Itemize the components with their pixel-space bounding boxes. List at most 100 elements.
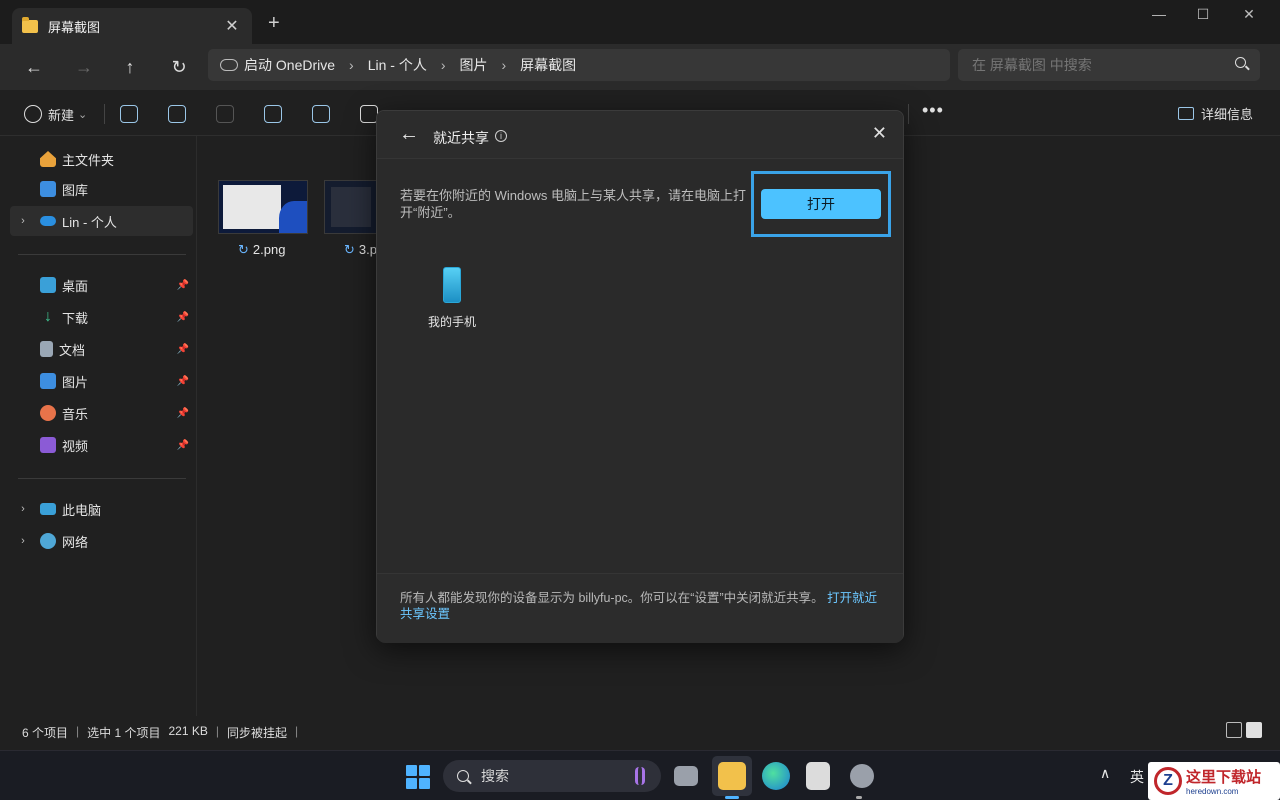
breadcrumb-pictures[interactable]: 图片 [460, 55, 488, 75]
sidebar-item-downloads[interactable]: ↓ 下载 📌 [10, 302, 193, 332]
status-divider: | [215, 724, 219, 738]
rename-button[interactable] [264, 102, 288, 126]
sidebar-item-music[interactable]: 音乐 📌 [10, 398, 193, 428]
taskbar: 搜索 ∧ 英 [0, 750, 1280, 800]
details-view-icon[interactable] [1226, 722, 1242, 738]
edge-icon[interactable] [762, 762, 790, 790]
chevron-right-icon[interactable]: › [14, 503, 32, 515]
sidebar-item-onedrive[interactable]: › Lin - 个人 [10, 206, 193, 236]
navigation-bar: ← → ↑ ↻ 启动 OneDrive › Lin - 个人 › 图片 › 屏幕… [0, 44, 1280, 90]
back-button[interactable]: ← [20, 53, 48, 81]
watermark-logo: Z [1154, 767, 1182, 795]
breadcrumb-separator[interactable]: › [349, 57, 354, 73]
details-pane-icon [1178, 107, 1194, 120]
copy-icon [168, 105, 186, 123]
new-tab-button[interactable]: + [268, 12, 280, 35]
sidebar-item-pictures[interactable]: 图片 📌 [10, 366, 193, 396]
file-thumbnail[interactable] [218, 180, 308, 234]
search-box[interactable] [958, 49, 1260, 81]
share-button[interactable] [312, 102, 336, 126]
highlight-box: 打开 [751, 171, 891, 237]
info-icon[interactable]: i [495, 130, 507, 142]
network-icon [40, 533, 56, 549]
sync-icon: ↻ [238, 242, 249, 257]
copy-button[interactable] [168, 102, 192, 126]
cut-button[interactable] [120, 102, 144, 126]
task-view-icon[interactable] [674, 766, 698, 786]
details-button[interactable]: 详细信息 [1178, 104, 1253, 123]
taskbar-search-label: 搜索 [481, 768, 509, 784]
breadcrumb-screenshots[interactable]: 屏幕截图 [520, 55, 576, 75]
breadcrumb-lin[interactable]: Lin - 个人 [368, 55, 427, 75]
paste-button[interactable] [216, 102, 240, 126]
input-method-indicator[interactable]: 英 [1130, 767, 1144, 787]
gallery-icon [40, 181, 56, 197]
divider [908, 104, 909, 124]
breadcrumb-separator[interactable]: › [441, 57, 446, 73]
selected-size: 221 KB [168, 724, 208, 738]
file-thumbnail[interactable] [324, 180, 378, 234]
up-button[interactable]: ↑ [116, 53, 144, 81]
ribbon-icon [635, 767, 645, 785]
chevron-down-icon: ⌄ [78, 108, 88, 121]
refresh-button[interactable]: ↻ [165, 53, 193, 81]
close-window-button[interactable]: ✕ [1234, 6, 1264, 23]
status-divider: | [295, 724, 299, 738]
sidebar-item-this-pc[interactable]: › 此电脑 [10, 494, 193, 524]
tab-screenshots[interactable]: 屏幕截图 ✕ [12, 8, 252, 44]
folder-icon [22, 16, 38, 33]
file-explorer-icon[interactable] [718, 762, 746, 790]
music-icon [40, 405, 56, 421]
device-name: 我的手机 [427, 315, 476, 329]
forward-button[interactable]: → [70, 53, 98, 81]
breadcrumb-onedrive[interactable]: 启动 OneDrive [244, 55, 335, 75]
sidebar-item-desktop[interactable]: 桌面 📌 [10, 270, 193, 300]
sidebar-item-label: 图库 [62, 182, 89, 198]
store-icon[interactable] [806, 762, 830, 790]
new-button[interactable]: 新建 ⌄ [24, 102, 87, 126]
file-name[interactable]: ↻ 2.png [238, 242, 285, 258]
chevron-right-icon[interactable]: › [14, 215, 32, 227]
search-icon [457, 770, 469, 782]
tray-chevron-icon[interactable]: ∧ [1100, 765, 1110, 782]
watermark-text-en: heredown.com [1186, 787, 1239, 796]
search-input[interactable] [972, 57, 1222, 73]
dialog-close-icon[interactable]: ✕ [872, 123, 887, 144]
status-divider: | [76, 724, 80, 738]
start-button[interactable] [406, 765, 430, 789]
turn-on-button[interactable]: 打开 [761, 189, 881, 219]
sidebar-item-home[interactable]: 主文件夹 [10, 144, 193, 174]
home-icon [40, 151, 56, 167]
dialog-back-icon[interactable]: ← [399, 123, 419, 146]
breadcrumb-separator[interactable]: › [502, 57, 507, 73]
pin-icon[interactable]: 📌 [177, 376, 189, 387]
sidebar-item-label: 下载 [62, 310, 89, 326]
taskbar-search[interactable]: 搜索 [443, 760, 661, 792]
file-name[interactable]: ↻ 3.p [344, 242, 377, 258]
dialog-header: ← 就近共享 i ✕ [377, 111, 903, 159]
pin-icon[interactable]: 📌 [177, 344, 189, 355]
nearby-device[interactable]: 我的手机 [417, 267, 487, 330]
sidebar-item-label: 音乐 [62, 406, 89, 422]
address-bar[interactable]: 启动 OneDrive › Lin - 个人 › 图片 › 屏幕截图 [208, 49, 950, 81]
windows-logo-icon [406, 765, 417, 776]
search-icon [1235, 57, 1246, 68]
pin-icon[interactable]: 📌 [177, 312, 189, 323]
maximize-button[interactable]: ☐ [1188, 6, 1218, 23]
tiles-view-icon[interactable] [1246, 722, 1262, 738]
sidebar-item-gallery[interactable]: 图库 [10, 174, 193, 204]
pin-icon[interactable]: 📌 [177, 280, 189, 291]
sidebar-item-documents[interactable]: 文档 📌 [10, 334, 193, 364]
sidebar-item-label: 网络 [62, 534, 89, 550]
sidebar-item-videos[interactable]: 视频 📌 [10, 430, 193, 460]
tab-bar: 屏幕截图 ✕ + — ☐ ✕ [0, 0, 1280, 44]
more-options-icon[interactable]: ••• [922, 100, 944, 121]
sync-status: 同步被挂起 [226, 726, 287, 740]
chevron-right-icon[interactable]: › [14, 535, 32, 547]
pin-icon[interactable]: 📌 [177, 440, 189, 451]
settings-gear-icon[interactable] [850, 764, 874, 788]
sidebar-item-network[interactable]: › 网络 [10, 526, 193, 556]
pin-icon[interactable]: 📌 [177, 408, 189, 419]
minimize-button[interactable]: — [1144, 6, 1174, 22]
tab-close-icon[interactable]: ✕ [222, 16, 242, 36]
